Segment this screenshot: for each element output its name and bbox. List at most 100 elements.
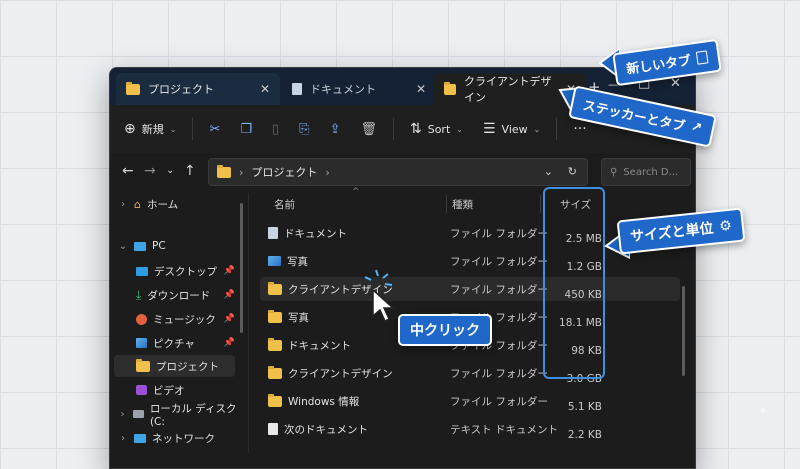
- column-header-name[interactable]: 名前: [274, 193, 295, 215]
- network-icon: [134, 433, 146, 443]
- sidebar-item-project[interactable]: プロジェクト: [114, 355, 235, 377]
- file-row[interactable]: クライアントデザイン ファイル フォルダー 3.0 GB: [260, 361, 680, 385]
- sidebar-item-local-disk[interactable]: › ローカル ディスク (C:: [110, 403, 245, 428]
- column-header-label: 種類: [452, 198, 473, 211]
- delete-button[interactable]: 🗑: [350, 114, 387, 144]
- toolbar-divider: [392, 118, 394, 140]
- document-icon: [292, 83, 302, 95]
- document-icon: [268, 227, 278, 239]
- gear-icon: ⚙: [718, 217, 733, 235]
- open-external-icon: ↗: [689, 119, 704, 137]
- folder-icon: [268, 281, 282, 295]
- forward-arrow-icon[interactable]: →: [144, 163, 156, 179]
- sidebar-item-label: プロジェクト: [156, 360, 219, 373]
- callout-middle-click: 中クリック: [398, 314, 492, 346]
- chevron-down-icon: ⌄: [169, 124, 177, 134]
- close-tab-icon[interactable]: ✕: [260, 82, 270, 96]
- column-divider[interactable]: [540, 195, 541, 213]
- sidebar-item-music[interactable]: ミュージック 📌: [110, 308, 235, 330]
- monitor-icon: [134, 241, 146, 251]
- sidebar-item-home[interactable]: › ⌂ ホーム: [110, 193, 235, 215]
- chevron-down-icon[interactable]: ⌄: [544, 165, 553, 178]
- chevron-down-icon[interactable]: ⌄: [118, 241, 128, 252]
- tab-label: プロジェクト: [148, 83, 214, 96]
- tab-label: クライアントデザイン: [464, 75, 552, 104]
- file-list-scrollbar[interactable]: [682, 286, 685, 376]
- folder-icon: [268, 337, 282, 351]
- refresh-icon[interactable]: ↻: [568, 165, 577, 178]
- rename-icon: ⎘: [299, 121, 310, 137]
- callout-label: サイズと単位: [629, 220, 715, 246]
- more-icon: ···: [573, 121, 587, 137]
- folder-icon: [136, 358, 150, 372]
- pin-icon[interactable]: 📌: [224, 290, 235, 300]
- up-arrow-icon[interactable]: ↑: [184, 163, 196, 179]
- text-file-icon: [268, 423, 278, 435]
- chevron-right-icon[interactable]: ›: [118, 433, 128, 444]
- copy-button[interactable]: ❐: [230, 114, 262, 144]
- new-label: 新規: [141, 123, 164, 136]
- file-name: ドキュメント: [284, 227, 347, 240]
- view-button[interactable]: ☰ View ⌄: [473, 114, 550, 144]
- pin-icon[interactable]: 📌: [224, 338, 235, 348]
- file-type: ファイル フォルダー: [450, 255, 548, 268]
- navigation-pane: › ⌂ ホーム ⌄ PC デスクトップ 📌 ⤓ ダウンロード 📌 ミュージック …: [110, 193, 249, 453]
- folder-icon: [217, 164, 231, 178]
- breadcrumb-separator: ›: [239, 165, 244, 179]
- paste-button[interactable]: ▯: [262, 114, 289, 144]
- recent-chevron-icon[interactable]: ⌄: [166, 165, 174, 176]
- file-name: 写真: [287, 255, 308, 268]
- file-row[interactable]: Windows 情報 ファイル フォルダー 5.1 KB: [260, 389, 680, 413]
- sort-label: Sort: [427, 122, 451, 136]
- sidebar-scrollbar[interactable]: [240, 203, 243, 333]
- plus-circle-icon: ⊕: [124, 121, 136, 137]
- size-column-highlight: [543, 187, 605, 379]
- folder-icon: [268, 365, 282, 379]
- sidebar-item-pc[interactable]: ⌄ PC: [110, 235, 235, 257]
- sidebar-item-label: PC: [152, 240, 166, 252]
- sidebar-item-label: ビデオ: [153, 384, 185, 397]
- chevron-right-icon[interactable]: ›: [118, 199, 128, 210]
- back-arrow-icon[interactable]: ←: [122, 163, 134, 179]
- address-bar[interactable]: › プロジェクト › ⌄ ↻: [208, 158, 588, 186]
- sort-button[interactable]: ⇅ Sort ⌄: [400, 114, 473, 144]
- file-type: ファイル フォルダー: [450, 283, 548, 296]
- sidebar-item-label: ピクチャ: [153, 337, 195, 350]
- sidebar-item-pictures[interactable]: ピクチャ 📌: [110, 332, 235, 354]
- share-button[interactable]: ⇪: [320, 114, 351, 144]
- close-tab-icon[interactable]: ✕: [416, 82, 426, 96]
- sidebar-item-label: デスクトップ: [154, 265, 217, 278]
- chevron-down-icon: ⌄: [533, 124, 541, 134]
- cut-button[interactable]: ✂: [199, 114, 230, 144]
- file-name: 次のドキュメント: [284, 423, 368, 436]
- tab-documents[interactable]: ドキュメント ✕: [282, 73, 436, 105]
- file-type: ファイル フォルダー: [450, 395, 548, 408]
- sidebar-item-videos[interactable]: ビデオ: [110, 379, 235, 401]
- tab-project[interactable]: プロジェクト ✕: [116, 73, 280, 105]
- chevron-down-icon: ⌄: [456, 124, 463, 134]
- address-row: ← → ⌄ ↑ › プロジェクト › ⌄ ↻ ⚲ Search D...: [110, 153, 695, 193]
- search-input[interactable]: ⚲ Search D...: [601, 158, 691, 186]
- pin-icon[interactable]: 📌: [224, 266, 235, 276]
- breadcrumb[interactable]: プロジェクト: [251, 164, 317, 180]
- callout-new-tab: 新しいタブ: [612, 38, 722, 87]
- rename-button[interactable]: ⎘: [289, 114, 319, 144]
- sidebar-item-label: ミュージック: [153, 313, 216, 326]
- music-icon: [136, 313, 147, 325]
- pin-icon[interactable]: 📌: [224, 314, 235, 324]
- file-type: ファイル フォルダー: [450, 367, 548, 380]
- folder-icon: [444, 81, 456, 95]
- file-row[interactable]: 次のドキュメント テキスト ドキュメント 2.2 KB: [260, 417, 680, 441]
- view-list-icon: ☰: [482, 121, 496, 137]
- pictures-icon: [136, 338, 147, 348]
- sidebar-item-desktop[interactable]: デスクトップ 📌: [110, 260, 235, 282]
- new-button[interactable]: ⊕ 新規 ⌄: [114, 114, 186, 144]
- sidebar-item-label: ダウンロード: [147, 289, 211, 302]
- column-header-type[interactable]: 種類: [452, 193, 473, 215]
- file-row[interactable]: クライアントデザイン ファイル フォルダー 450 KB: [260, 277, 680, 301]
- column-divider[interactable]: [446, 195, 447, 213]
- callout-label: 中クリック: [410, 323, 480, 339]
- sidebar-item-network[interactable]: › ネットワーク: [110, 427, 235, 449]
- sidebar-item-downloads[interactable]: ⤓ ダウンロード 📌: [110, 284, 235, 306]
- chevron-right-icon[interactable]: ›: [118, 409, 127, 420]
